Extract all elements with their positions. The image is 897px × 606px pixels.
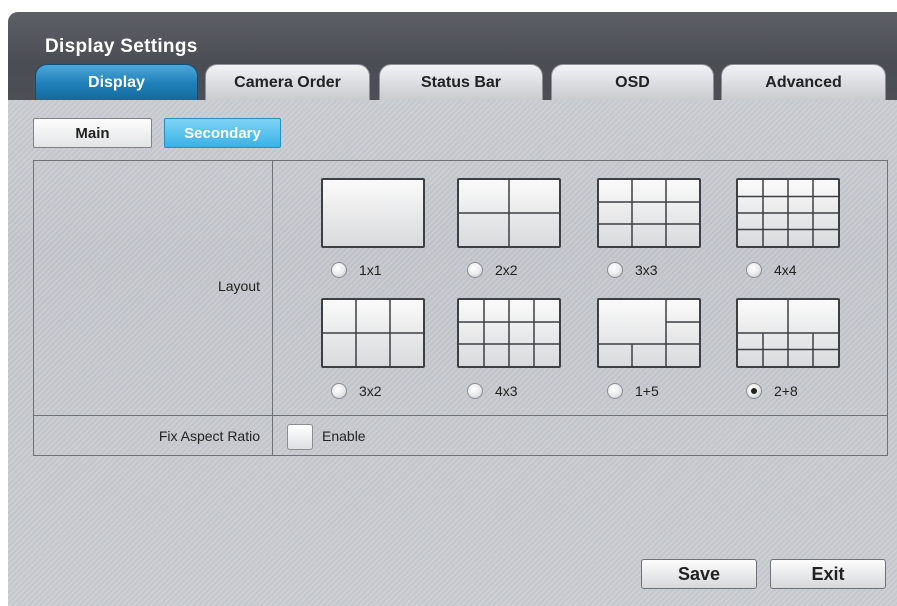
layout-option-2plus8[interactable]: 2+8 (746, 383, 798, 399)
window-title: Display Settings (45, 36, 198, 57)
layout-option-label: 3x3 (635, 262, 658, 278)
subtab-secondary[interactable]: Secondary (164, 118, 281, 148)
radio-4x4[interactable] (746, 262, 762, 278)
fix-aspect-ratio-label: Fix Aspect Ratio (158, 428, 260, 444)
layout-4x3-preview[interactable] (457, 298, 561, 368)
layout-option-4x4[interactable]: 4x4 (746, 262, 797, 278)
layout-option-label: 1+5 (635, 383, 659, 399)
radio-1plus5[interactable] (607, 383, 623, 399)
save-button[interactable]: Save (641, 559, 757, 589)
tab-status-bar[interactable]: Status Bar (379, 64, 543, 100)
layout-1x1-preview[interactable] (321, 178, 425, 248)
layout-option-1x1[interactable]: 1x1 (331, 262, 382, 278)
enable-label: Enable (322, 428, 366, 444)
layout-label: Layout (217, 278, 260, 294)
tab-display[interactable]: Display (35, 64, 198, 100)
layout-option-2x2[interactable]: 2x2 (467, 262, 518, 278)
layout-option-1plus5[interactable]: 1+5 (607, 383, 659, 399)
subtab-main[interactable]: Main (33, 118, 152, 148)
layout-2plus8-preview[interactable] (736, 298, 840, 368)
radio-3x2[interactable] (331, 383, 347, 399)
layout-1plus5-preview[interactable] (597, 298, 701, 368)
tab-osd[interactable]: OSD (551, 64, 714, 100)
tab-camera-order[interactable]: Camera Order (205, 64, 370, 100)
row-divider (33, 415, 888, 416)
layout-option-label: 4x3 (495, 383, 518, 399)
radio-2x2[interactable] (467, 262, 483, 278)
layout-4x4-preview[interactable] (736, 178, 840, 248)
layout-option-4x3[interactable]: 4x3 (467, 383, 518, 399)
layout-option-label: 4x4 (774, 262, 797, 278)
enable-checkbox[interactable] (287, 424, 313, 450)
radio-4x3[interactable] (467, 383, 483, 399)
layout-option-label: 2+8 (774, 383, 798, 399)
layout-2x2-preview[interactable] (457, 178, 561, 248)
layout-3x2-preview[interactable] (321, 298, 425, 368)
layout-option-label: 1x1 (359, 262, 382, 278)
layout-option-3x2[interactable]: 3x2 (331, 383, 382, 399)
layout-option-3x3[interactable]: 3x3 (607, 262, 658, 278)
radio-2plus8[interactable] (746, 383, 762, 399)
radio-1x1[interactable] (331, 262, 347, 278)
exit-button[interactable]: Exit (770, 559, 886, 589)
column-divider (272, 160, 273, 456)
layout-3x3-preview[interactable] (597, 178, 701, 248)
layout-option-label: 2x2 (495, 262, 518, 278)
layout-option-label: 3x2 (359, 383, 382, 399)
tab-advanced[interactable]: Advanced (721, 64, 886, 100)
radio-3x3[interactable] (607, 262, 623, 278)
